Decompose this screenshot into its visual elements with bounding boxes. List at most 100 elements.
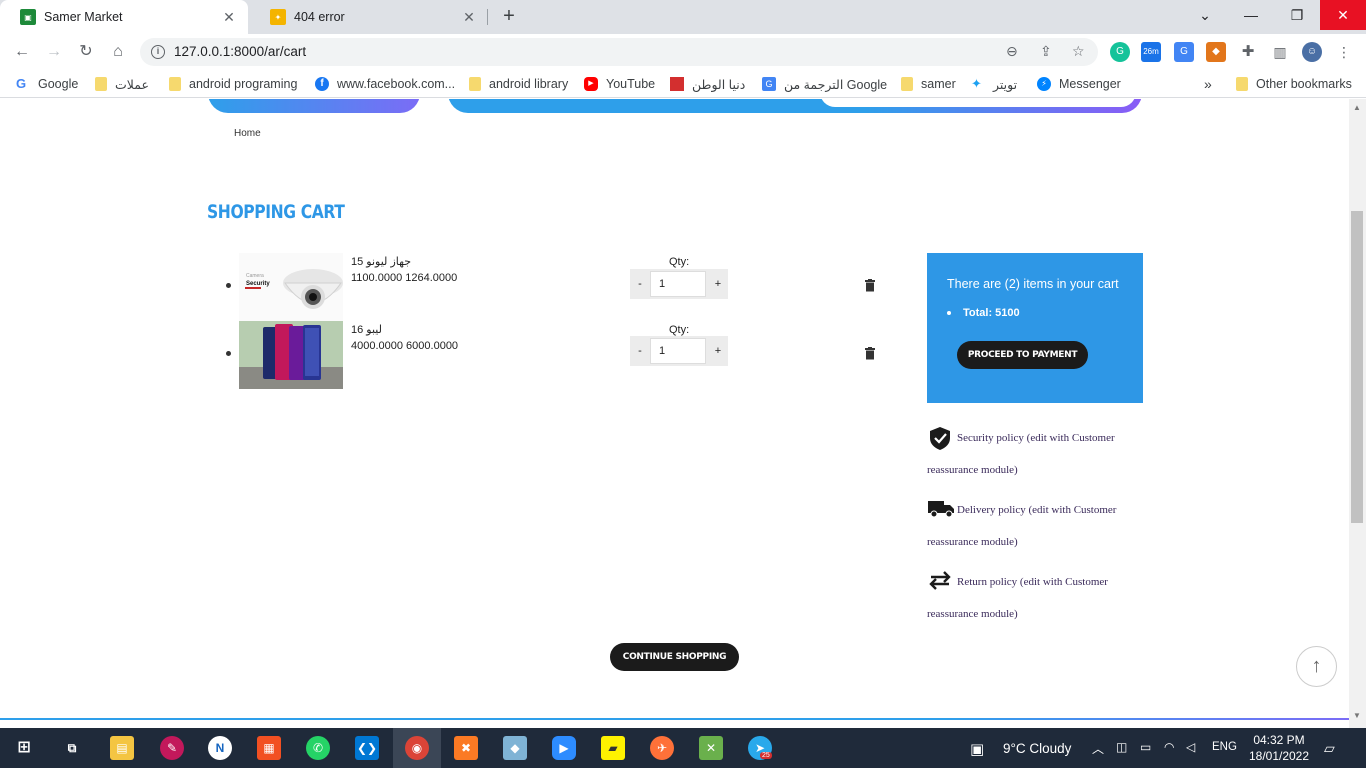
postman-icon[interactable]: ✈ bbox=[650, 736, 674, 760]
address-bar[interactable]: i 127.0.0.1:8000/ar/cart ⊖ ⇪ ☆ bbox=[140, 38, 1098, 66]
category-menu-bar[interactable] bbox=[208, 99, 420, 113]
qty-input[interactable]: 1 bbox=[650, 271, 706, 297]
tab-404-error[interactable]: ✦ 404 error ✕ bbox=[250, 0, 488, 34]
trash-icon[interactable] bbox=[864, 279, 878, 295]
scroll-to-top-arrow-icon[interactable]: ↑ bbox=[1296, 646, 1337, 687]
list-bullet bbox=[947, 311, 951, 315]
product-thumbnail-phones[interactable] bbox=[239, 321, 343, 389]
profile-avatar[interactable]: ☺ bbox=[1302, 42, 1322, 62]
vscode-icon[interactable]: ❮❯ bbox=[355, 736, 379, 760]
folder-icon bbox=[901, 77, 913, 91]
close-tab-icon[interactable]: ✕ bbox=[220, 9, 238, 26]
microsoft-store-icon[interactable]: ▦ bbox=[257, 736, 281, 760]
decrease-qty-button[interactable]: - bbox=[630, 336, 650, 366]
bookmark-donia-alwatan[interactable]: دنيا الوطن bbox=[670, 76, 745, 92]
cart-total: Total: 5100 bbox=[963, 307, 1020, 319]
app-green-icon[interactable]: ✕ bbox=[699, 736, 723, 760]
bookmarks-overflow-chevron-icon[interactable]: » bbox=[1204, 76, 1212, 92]
zoom-icon[interactable]: ⊖ bbox=[1006, 43, 1018, 60]
restore-button[interactable]: ❐ bbox=[1274, 0, 1320, 30]
close-window-button[interactable]: ✕ bbox=[1320, 0, 1366, 30]
taskbar-clock[interactable]: 04:32 PM 18/01/2022 bbox=[1247, 732, 1311, 764]
weather-icon[interactable]: ▣ bbox=[970, 740, 984, 758]
app-glass-icon[interactable]: ◆ bbox=[503, 736, 527, 760]
tab-samer-market[interactable]: ▣ Samer Market ✕ bbox=[0, 0, 248, 34]
bookmark-messenger[interactable]: ⚡ Messenger bbox=[1037, 76, 1121, 92]
breadcrumb-home[interactable]: Home bbox=[234, 128, 261, 139]
share-icon[interactable]: ⇪ bbox=[1040, 43, 1052, 60]
new-tab-button[interactable]: + bbox=[497, 5, 521, 29]
xampp-icon[interactable]: ✖ bbox=[454, 736, 478, 760]
reload-icon[interactable]: ↻ bbox=[74, 40, 98, 64]
sticky-notes-icon[interactable]: ▰ bbox=[601, 736, 625, 760]
weather-text[interactable]: 9°C Cloudy bbox=[1003, 741, 1071, 756]
page-scrollbar[interactable]: ▲ ▼ bbox=[1349, 99, 1366, 729]
metamask-icon[interactable]: ◆ bbox=[1206, 42, 1226, 62]
product-name[interactable]: ليبو 16 bbox=[351, 323, 382, 336]
bookmark-folder-samer[interactable]: samer bbox=[901, 76, 956, 92]
product-thumbnail-camera[interactable]: Camera Security bbox=[239, 253, 343, 321]
chrome-icon[interactable]: ◉ bbox=[405, 736, 429, 760]
scrollbar-thumb[interactable] bbox=[1351, 211, 1363, 523]
minimize-button[interactable]: — bbox=[1228, 0, 1274, 30]
timer-extension-icon[interactable]: 26m bbox=[1141, 42, 1161, 62]
bookmark-folder-other[interactable]: Other bookmarks bbox=[1236, 76, 1352, 92]
url-text[interactable]: 127.0.0.1:8000/ar/cart bbox=[174, 44, 306, 59]
proceed-to-payment-button[interactable]: PROCEED TO PAYMENT bbox=[957, 341, 1088, 369]
bookmark-star-icon[interactable]: ☆ bbox=[1072, 43, 1085, 60]
messenger-icon: ⚡ bbox=[1037, 77, 1051, 91]
folder-icon bbox=[1236, 77, 1248, 91]
extensions-puzzle-icon[interactable]: ✚ bbox=[1238, 42, 1258, 62]
bookmark-google[interactable]: G Google bbox=[16, 76, 78, 92]
volume-icon[interactable]: ◁ bbox=[1186, 740, 1195, 754]
bookmark-label: www.facebook.com... bbox=[337, 77, 456, 91]
battery-icon[interactable]: ▭ bbox=[1140, 740, 1151, 754]
app-n-icon[interactable]: N bbox=[208, 736, 232, 760]
windows-start-icon[interactable]: ⊞ bbox=[12, 736, 36, 760]
qty-input[interactable]: 1 bbox=[650, 338, 706, 364]
bookmark-facebook[interactable]: f www.facebook.com... bbox=[315, 76, 455, 92]
bookmark-google-translate[interactable]: G الترجمة من Google bbox=[762, 76, 887, 92]
bookmark-folder-android-programing[interactable]: android programing bbox=[169, 76, 297, 92]
bookmark-label: تويتر bbox=[993, 77, 1018, 92]
zoom-app-icon[interactable]: ▶ bbox=[552, 736, 576, 760]
trash-icon[interactable] bbox=[864, 347, 878, 363]
increase-qty-button[interactable]: + bbox=[708, 336, 728, 366]
home-icon[interactable]: ⌂ bbox=[106, 40, 130, 64]
bookmark-twitter[interactable]: ✦ تويتر bbox=[971, 76, 1017, 92]
quantity-stepper: - 1 + bbox=[630, 336, 728, 366]
decrease-qty-button[interactable]: - bbox=[630, 269, 650, 299]
chevron-up-icon[interactable]: ︿ bbox=[1092, 740, 1104, 757]
translate-extension-icon[interactable]: G bbox=[1174, 42, 1194, 62]
scroll-down-arrow-icon[interactable]: ▼ bbox=[1353, 711, 1361, 720]
forward-arrow-icon[interactable]: → bbox=[42, 40, 66, 64]
tab-search-chevron-down-icon[interactable]: ⌄ bbox=[1182, 0, 1228, 30]
increase-qty-button[interactable]: + bbox=[708, 269, 728, 299]
grammarly-icon[interactable]: G bbox=[1110, 42, 1130, 62]
menu-kebab-icon[interactable]: ⋮ bbox=[1334, 42, 1354, 62]
file-explorer-icon[interactable]: ▤ bbox=[110, 736, 134, 760]
side-panel-icon[interactable]: ▥ bbox=[1270, 42, 1290, 62]
bookmark-folder-currencies[interactable]: عملات bbox=[95, 76, 149, 92]
bookmark-youtube[interactable]: ▶ YouTube bbox=[584, 76, 655, 92]
back-arrow-icon[interactable]: ← bbox=[10, 40, 34, 64]
scroll-up-arrow-icon[interactable]: ▲ bbox=[1353, 103, 1361, 112]
notifications-icon[interactable]: ▱ bbox=[1324, 740, 1335, 757]
language-indicator[interactable]: ENG bbox=[1212, 741, 1237, 753]
site-info-icon[interactable]: i bbox=[151, 45, 165, 59]
whatsapp-icon[interactable]: ✆ bbox=[306, 736, 330, 760]
bookmark-label: YouTube bbox=[606, 77, 656, 91]
thumb-text: Camera bbox=[246, 273, 264, 279]
continue-shopping-button[interactable]: CONTINUE SHOPPING bbox=[610, 643, 739, 671]
bookmark-folder-android-library[interactable]: android library bbox=[469, 76, 568, 92]
tab-title: 404 error bbox=[294, 10, 345, 24]
meet-icon[interactable]: ◫ bbox=[1116, 740, 1127, 754]
close-tab-icon[interactable]: ✕ bbox=[460, 9, 478, 26]
bookmark-label: Messenger bbox=[1059, 77, 1121, 91]
site-favicon-icon: ▣ bbox=[20, 9, 36, 25]
product-name[interactable]: جهاز ليونو 15 bbox=[351, 255, 411, 268]
task-view-icon[interactable]: ⧉ bbox=[60, 736, 84, 760]
wifi-icon[interactable]: ◠ bbox=[1164, 740, 1174, 754]
paint-app-icon[interactable]: ✎ bbox=[160, 736, 184, 760]
header-search-input[interactable] bbox=[820, 99, 1136, 107]
